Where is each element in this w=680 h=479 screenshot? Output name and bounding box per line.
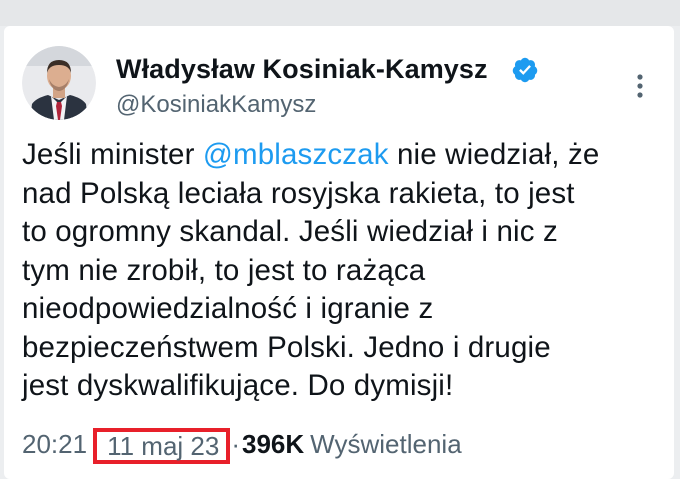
tweet-line: jest dyskwalifikujące. Do dymisji!: [22, 369, 454, 402]
verified-badge-icon: [512, 57, 538, 83]
views-count: 396K: [242, 428, 305, 459]
tweet-line: nieodpowiedzialność i igranie z: [22, 292, 434, 325]
views-label[interactable]: Wyświetlenia: [310, 429, 461, 460]
tweet-text: Jeśli minister @mblaszczak nie wiedział,…: [22, 136, 662, 406]
top-strip: [0, 0, 680, 26]
avatar[interactable]: [22, 46, 96, 120]
tweet-line: nad Polską leciała rosyjska rakieta, to …: [22, 176, 575, 210]
tweet-line: bezpieczeństwem Polski. Jedno i drugie: [22, 330, 551, 364]
author-handle[interactable]: @KosiniakKamysz: [116, 91, 316, 119]
tweet-date[interactable]: 11 maj 23: [107, 431, 219, 462]
tweet-time[interactable]: 20:21: [22, 429, 87, 460]
tweet-line: Jeśli minister @mblaszczak nie wiedział,…: [22, 136, 662, 175]
tweet-line: to ogromny skandal. Jeśli wiedział i nic…: [22, 215, 558, 248]
tweet-meta: 20:21 11 maj 23 · 396K Wyświetlenia: [22, 426, 462, 464]
tweet-text-segment: nie wiedział, że: [388, 138, 600, 171]
tweet-text-segment: Jeśli minister: [22, 138, 203, 171]
avatar-image: [22, 46, 96, 120]
meta-separator: ·: [231, 428, 241, 459]
display-name[interactable]: Władysław Kosiniak-Kamysz: [116, 54, 488, 85]
more-options-icon[interactable]: [633, 71, 647, 101]
tweet-line: tym nie zrobił, to jest to rażąca: [22, 253, 426, 287]
tweet-date-highlight: 11 maj 23: [93, 428, 231, 464]
mention-link[interactable]: @mblaszczak: [203, 138, 389, 171]
